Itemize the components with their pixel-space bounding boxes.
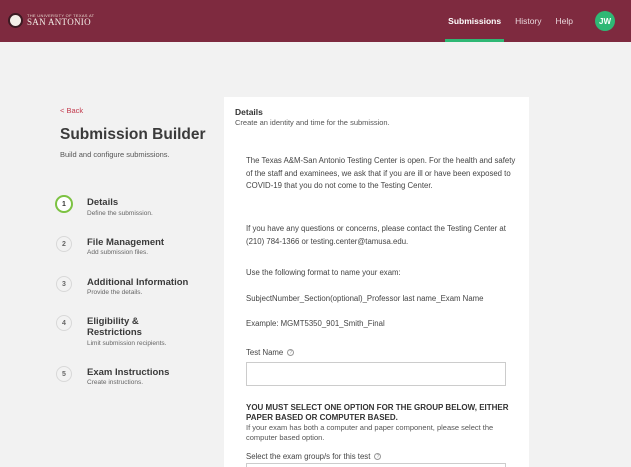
step-label: File Management (87, 237, 165, 248)
step-label: Eligibility & Restrictions (87, 316, 142, 338)
step-description: Create instructions. (87, 379, 143, 386)
top-nav-bar: THE UNIVERSITY OF TEXAS AT SAN ANTONIO S… (0, 0, 631, 42)
exam-group-label: Select the exam group/s for this test ? (246, 452, 382, 461)
nav-help[interactable]: Help (556, 0, 573, 42)
format-example: Example: MGMT5350_901_Smith_Final (246, 319, 385, 328)
test-name-label: Test Name ? (246, 348, 295, 357)
step-description: Define the submission. (87, 210, 153, 217)
step-description: Provide the details. (87, 289, 143, 296)
step-description: Add submission files. (87, 249, 149, 256)
page-subtitle: Build and configure submissions. (60, 150, 170, 159)
step-label: Details (87, 197, 119, 208)
logo-mark-icon (8, 13, 23, 28)
step-number: 3 (56, 276, 72, 292)
step-number: 4 (56, 315, 72, 331)
step-number: 5 (56, 366, 72, 382)
main-nav: Submissions History Help (434, 0, 573, 42)
help-icon[interactable]: ? (287, 349, 295, 356)
nav-submissions[interactable]: Submissions (445, 0, 504, 42)
section-title: Details (235, 107, 263, 117)
step-number: 1 (55, 195, 73, 213)
section-subtitle: Create an identity and time for the subm… (235, 118, 390, 127)
user-avatar[interactable]: JW (595, 11, 615, 31)
help-icon[interactable]: ? (374, 453, 382, 460)
back-link[interactable]: < Back (60, 106, 83, 115)
details-card: Details Create an identity and time for … (224, 97, 529, 467)
format-pattern: SubjectNumber_Section(optional)_Professo… (246, 294, 484, 303)
test-name-input[interactable] (246, 362, 506, 386)
format-instruction: Use the following format to name your ex… (246, 268, 401, 277)
step-label: Additional Information (87, 277, 189, 288)
university-logo[interactable]: THE UNIVERSITY OF TEXAS AT SAN ANTONIO (8, 13, 94, 28)
step-number: 2 (56, 236, 72, 252)
covid-notice: The Texas A&M-San Antonio Testing Center… (246, 156, 516, 190)
page-title: Submission Builder (60, 126, 206, 143)
exam-group-select[interactable] (246, 463, 506, 467)
nav-history[interactable]: History (515, 0, 541, 42)
group-warning-heading: YOU MUST SELECT ONE OPTION FOR THE GROUP… (246, 403, 509, 422)
logo-big-text: SAN ANTONIO (27, 17, 91, 27)
contact-notice: If you have any questions or concerns, p… (246, 224, 506, 246)
step-description: Limit submission recipients. (87, 340, 167, 347)
group-warning-body: If your exam has both a computer and pap… (246, 423, 494, 442)
step-label: Exam Instructions (87, 367, 170, 378)
